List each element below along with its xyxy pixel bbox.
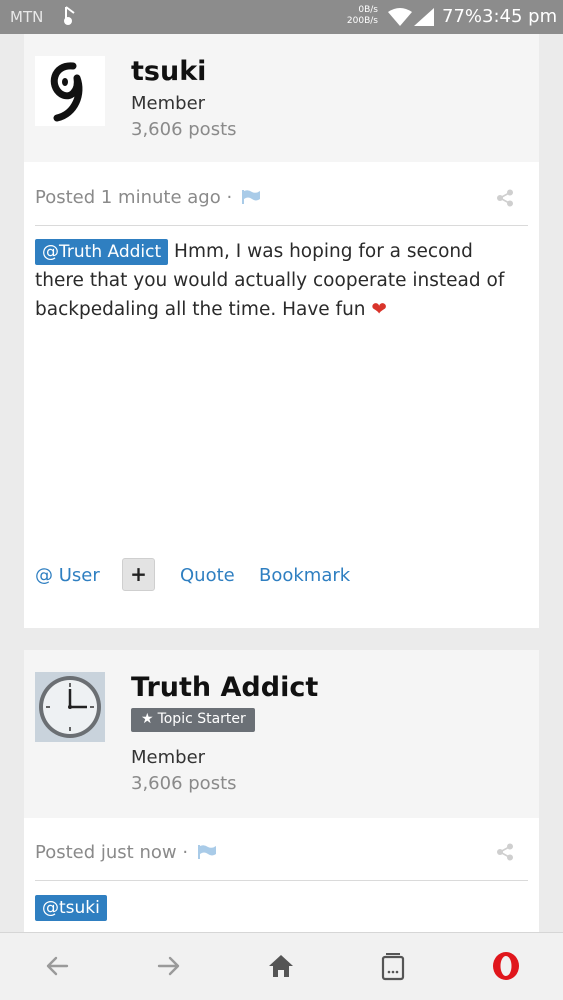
signal-icon bbox=[414, 8, 434, 26]
badge-label: Topic Starter bbox=[157, 711, 246, 727]
back-icon[interactable] bbox=[42, 951, 72, 981]
heart-icon: ❤ bbox=[371, 299, 387, 320]
post-timestamp[interactable]: Posted 1 minute ago · bbox=[35, 187, 232, 208]
wifi-icon bbox=[388, 8, 412, 26]
mention-tag[interactable]: @tsuki bbox=[35, 895, 107, 921]
quote-button[interactable]: Quote bbox=[180, 565, 235, 586]
post-card: Truth Addict ★ Topic Starter Member 3,606… bbox=[24, 650, 539, 932]
post-actions: @ User + Quote Bookmark bbox=[35, 558, 515, 592]
battery-level: 77% bbox=[442, 6, 483, 27]
post-meta: Posted 1 minute ago · bbox=[35, 187, 260, 208]
bookmark-button[interactable]: Bookmark bbox=[259, 565, 350, 586]
plus-button[interactable]: + bbox=[122, 558, 155, 591]
network-speed: 0B/s 200B/s bbox=[340, 5, 378, 27]
topic-starter-badge: ★ Topic Starter bbox=[131, 708, 255, 732]
avatar[interactable] bbox=[35, 56, 105, 126]
star-icon: ★ bbox=[141, 711, 154, 727]
post-body: @tsuki bbox=[35, 893, 515, 922]
carrier-label: MTN bbox=[10, 8, 44, 26]
share-icon[interactable] bbox=[496, 189, 514, 207]
post-card: tsuki Member 3,606 posts Posted 1 minute… bbox=[24, 34, 539, 628]
status-bar: MTN 0B/s 200B/s 77% 3:45 pm bbox=[0, 0, 563, 34]
net-up-speed: 0B/s bbox=[358, 5, 378, 15]
forward-icon[interactable] bbox=[154, 951, 184, 981]
author-role: Member bbox=[131, 747, 206, 768]
author-name[interactable]: Truth Addict bbox=[131, 672, 318, 703]
author-role: Member bbox=[131, 93, 206, 114]
author-post-count: 3,606 posts bbox=[131, 773, 237, 794]
tabs-icon[interactable] bbox=[378, 951, 408, 981]
share-icon[interactable] bbox=[496, 843, 514, 861]
clock: 3:45 pm bbox=[482, 6, 558, 27]
author-block: tsuki Member 3,606 posts bbox=[24, 34, 539, 162]
flag-icon[interactable] bbox=[241, 190, 260, 204]
author-post-count: 3,606 posts bbox=[131, 119, 237, 140]
post-timestamp[interactable]: Posted just now · bbox=[35, 842, 188, 863]
opera-icon[interactable] bbox=[491, 951, 521, 981]
mention-tag[interactable]: @Truth Addict bbox=[35, 239, 169, 265]
browser-nav-bar bbox=[0, 932, 563, 1000]
author-name[interactable]: tsuki bbox=[131, 56, 206, 87]
flag-icon[interactable] bbox=[197, 845, 216, 859]
notification-icon bbox=[64, 6, 75, 25]
divider bbox=[35, 880, 528, 881]
author-block: Truth Addict ★ Topic Starter Member 3,606… bbox=[24, 650, 539, 818]
avatar[interactable] bbox=[35, 672, 105, 742]
post-body: @Truth Addict Hmm, I was hoping for a se… bbox=[35, 237, 515, 324]
divider bbox=[35, 225, 528, 226]
net-down-speed: 200B/s bbox=[346, 16, 378, 26]
mention-user-button[interactable]: @ User bbox=[35, 565, 100, 586]
home-icon[interactable] bbox=[266, 951, 296, 981]
post-meta: Posted just now · bbox=[35, 842, 216, 863]
